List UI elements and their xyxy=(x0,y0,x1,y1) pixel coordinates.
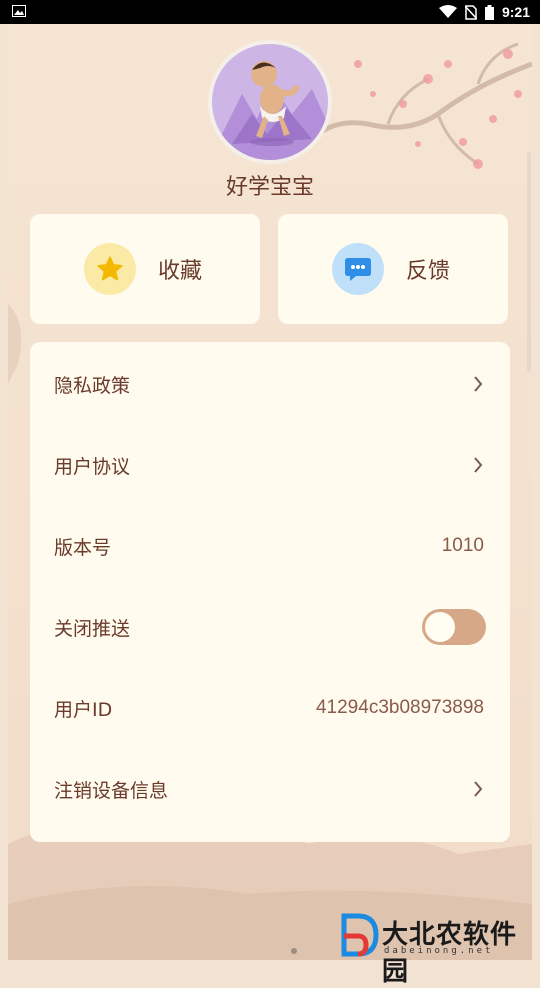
push-label: 关闭推送 xyxy=(54,617,131,640)
feedback-icon-badge xyxy=(332,243,384,295)
gallery-notification-icon xyxy=(12,5,26,17)
privacy-policy-label: 隐私政策 xyxy=(54,374,131,397)
user-id-row: 用户ID 41294c3b08973898 xyxy=(30,668,510,748)
profile-page: 好学宝宝 收藏 反馈 隐私政策 用户协议 版本号 1010 关闭推送 用户ID … xyxy=(8,24,532,960)
user-agreement-row[interactable]: 用户协议 xyxy=(30,425,510,505)
chevron-right-icon xyxy=(474,376,483,392)
deregister-device-row[interactable]: 注销设备信息 xyxy=(30,749,510,829)
chevron-right-icon xyxy=(474,781,483,797)
push-toggle[interactable] xyxy=(422,609,486,645)
chat-bubble-icon xyxy=(345,258,371,281)
version-value: 1010 xyxy=(441,535,484,556)
favorites-button[interactable]: 收藏 xyxy=(30,214,260,324)
user-agreement-label: 用户协议 xyxy=(54,455,131,478)
settings-list: 隐私政策 用户协议 版本号 1010 关闭推送 用户ID 41294c3b089… xyxy=(30,342,510,842)
watermark-subtitle: dabeinong.net xyxy=(384,946,494,956)
feedback-label: 反馈 xyxy=(406,259,451,284)
chevron-right-icon xyxy=(474,457,483,473)
favorites-icon-badge xyxy=(84,243,136,295)
clock: 9:21 xyxy=(501,4,530,20)
no-sim-icon xyxy=(464,4,477,20)
avatar[interactable] xyxy=(208,40,332,164)
user-id-value: 41294c3b08973898 xyxy=(315,697,484,718)
star-icon xyxy=(97,256,123,281)
version-row: 版本号 1010 xyxy=(30,506,510,586)
wifi-icon xyxy=(438,5,457,18)
baby-avatar-illustration xyxy=(212,44,328,160)
battery-icon xyxy=(484,4,494,20)
scroll-indicator xyxy=(527,152,531,372)
page-indicator-dot xyxy=(291,948,297,954)
privacy-policy-row[interactable]: 隐私政策 xyxy=(30,344,510,424)
watermark: 大北农软件园 dabeinong.net xyxy=(340,912,540,987)
toggle-knob xyxy=(425,612,455,642)
push-row: 关闭推送 xyxy=(30,587,510,667)
watermark-logo-icon xyxy=(341,913,379,957)
favorites-label: 收藏 xyxy=(158,259,203,284)
nickname: 好学宝宝 xyxy=(225,175,314,200)
status-bar: 9:21 xyxy=(0,0,540,24)
deregister-device-label: 注销设备信息 xyxy=(54,779,169,802)
version-label: 版本号 xyxy=(54,536,112,559)
feedback-button[interactable]: 反馈 xyxy=(278,214,508,324)
user-id-label: 用户ID xyxy=(54,698,113,721)
